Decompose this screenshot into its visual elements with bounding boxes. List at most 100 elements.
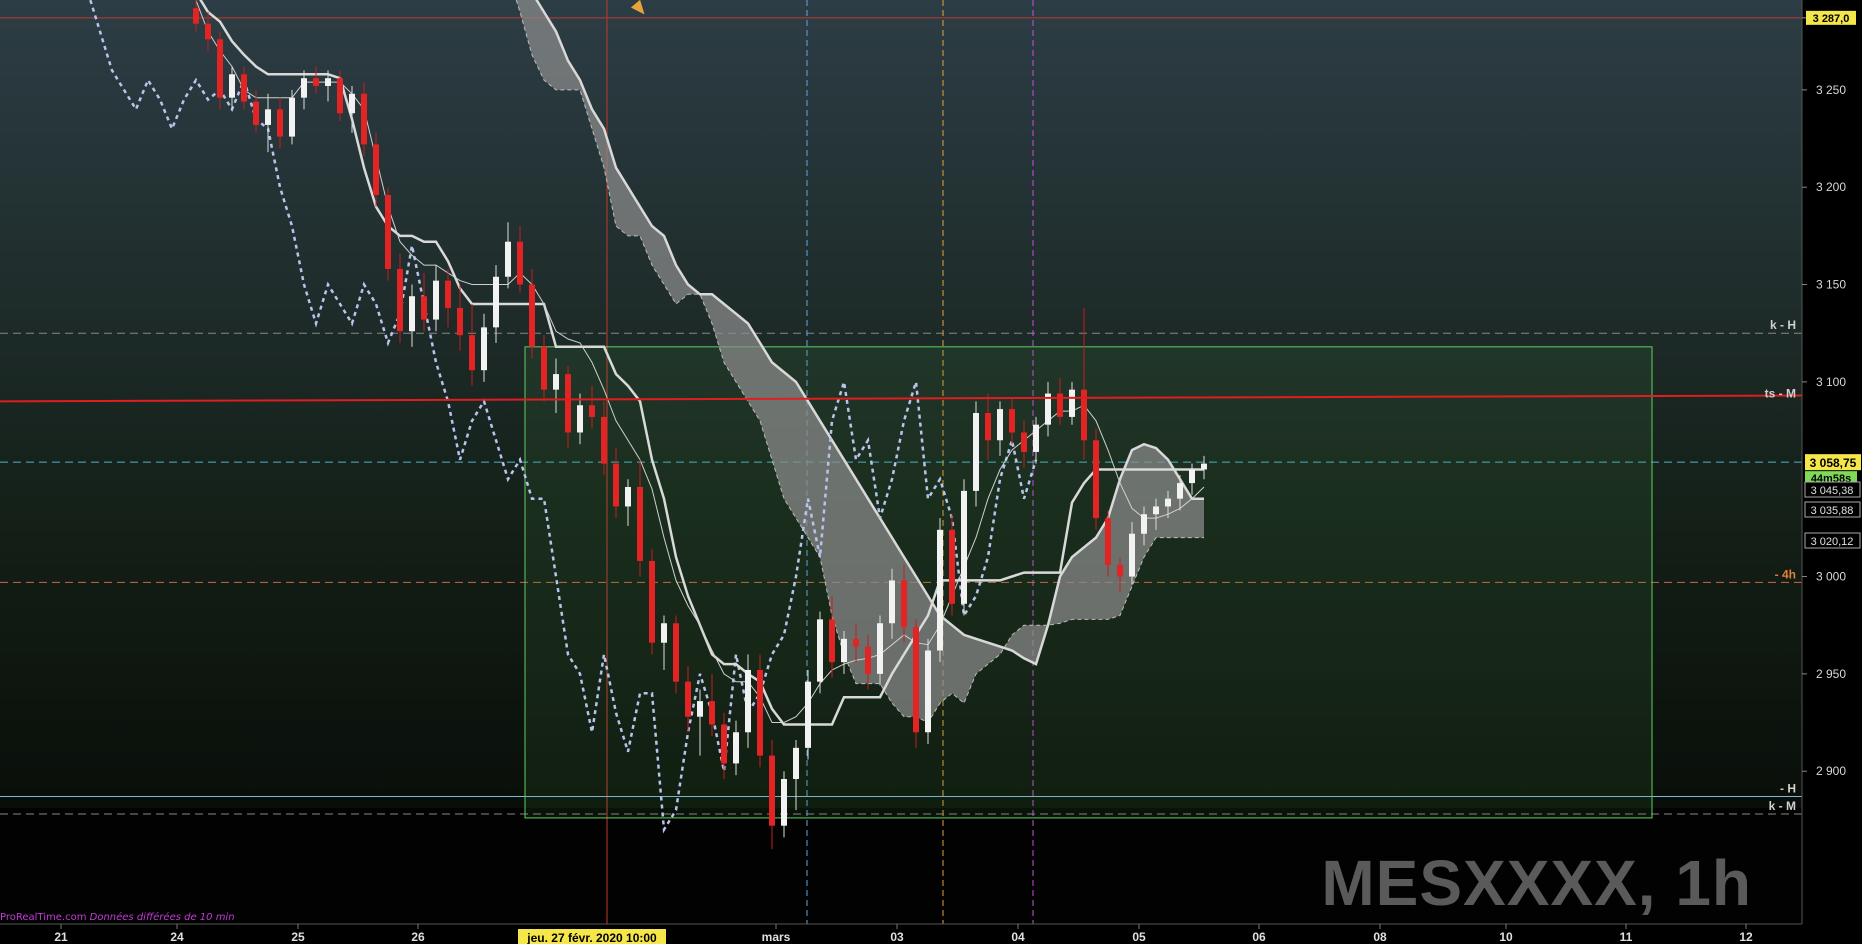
time-tick-label: 06 xyxy=(1252,930,1266,944)
candle-body xyxy=(1105,518,1111,565)
candle-body xyxy=(1177,483,1183,499)
candle-body xyxy=(1117,564,1123,577)
level-tag: - 4h xyxy=(1775,567,1796,581)
time-tick-label: mars xyxy=(762,930,791,944)
candle[interactable] xyxy=(925,638,931,744)
candle-body xyxy=(337,78,343,114)
candle-body xyxy=(469,335,475,371)
candle-body xyxy=(781,778,787,826)
candle-body xyxy=(817,619,823,682)
candle-body xyxy=(385,194,391,269)
time-tick-label: 05 xyxy=(1132,930,1146,944)
time-tick-label: 24 xyxy=(170,930,184,944)
candle-body xyxy=(421,296,427,320)
candle-body xyxy=(853,638,859,647)
level-tag: ts - M xyxy=(1765,386,1796,400)
candle[interactable] xyxy=(289,89,295,145)
price-tick-label: 3 287,0 xyxy=(1813,13,1850,25)
candle-body xyxy=(529,284,535,347)
candle-body xyxy=(925,650,931,733)
candle[interactable] xyxy=(805,669,811,760)
candle-body xyxy=(997,409,1003,441)
candle-body xyxy=(241,74,247,102)
time-cursor-text: jeu. 27 févr. 2020 10:00 xyxy=(526,931,657,944)
candle-body xyxy=(877,623,883,674)
candle-body xyxy=(373,144,379,195)
candle-body xyxy=(601,416,607,464)
candle-body xyxy=(253,101,259,125)
current-price-text: 3 058,75 xyxy=(1810,456,1857,470)
candle-body xyxy=(661,623,667,643)
level-label-text: 3 045,38 xyxy=(1811,485,1854,497)
candle[interactable] xyxy=(973,401,979,507)
price-tick-label: 3 250 xyxy=(1816,83,1846,97)
candle-body xyxy=(769,755,775,826)
price-tick-label: 3 150 xyxy=(1816,278,1846,292)
candle[interactable] xyxy=(385,187,391,281)
time-tick-label: 21 xyxy=(54,930,68,944)
candle-body xyxy=(493,276,499,328)
candle-body xyxy=(541,346,547,390)
candle-body xyxy=(589,405,595,417)
candle-body xyxy=(265,109,271,125)
candle-body xyxy=(649,560,655,643)
candle-body xyxy=(361,93,367,145)
time-cursor-label: jeu. 27 févr. 2020 10:00 xyxy=(518,929,666,944)
candle-body xyxy=(721,724,727,764)
candle-body xyxy=(961,490,967,604)
candle[interactable] xyxy=(961,479,967,616)
candle-body xyxy=(709,701,715,725)
price-tick-label: 3 100 xyxy=(1816,375,1846,389)
candle-body xyxy=(937,529,943,651)
candle[interactable] xyxy=(817,611,823,694)
candle-body xyxy=(973,413,979,491)
candle-body xyxy=(745,669,751,733)
candle-body xyxy=(865,646,871,674)
candle-body xyxy=(613,463,619,507)
candle-body xyxy=(229,74,235,98)
credit-source: ProRealTime.com xyxy=(0,912,87,923)
time-tick-label: 12 xyxy=(1739,930,1753,944)
candle-body xyxy=(325,78,331,86)
instrument-watermark: MESXXXX, 1h xyxy=(1321,847,1752,919)
candle-body xyxy=(913,627,919,733)
candle-body xyxy=(733,732,739,764)
candle-body xyxy=(1153,506,1159,515)
data-credit: ProRealTime.com Données différées de 10 … xyxy=(0,912,235,923)
candle-body xyxy=(841,638,847,663)
candle-body xyxy=(205,23,211,40)
candle-body xyxy=(457,307,463,336)
candle[interactable] xyxy=(1093,428,1099,530)
candle-body xyxy=(685,681,691,717)
level-tag: k - H xyxy=(1770,318,1796,332)
candle-body xyxy=(277,109,283,137)
candle-body xyxy=(1069,389,1075,417)
time-axis[interactable] xyxy=(0,924,1862,944)
candle-body xyxy=(349,93,355,114)
price-tick-label: 3 000 xyxy=(1816,570,1846,584)
price-tick-label: 3 200 xyxy=(1816,180,1846,194)
candle[interactable] xyxy=(673,615,679,694)
price-chart[interactable]: 3 287,0 3 250 3 200 3 150 3 100 3 000 2 950 2 9… xyxy=(0,0,1862,944)
candle-body xyxy=(949,529,955,604)
candle-body xyxy=(829,619,835,663)
candle-body xyxy=(757,669,763,756)
candle-body xyxy=(901,580,907,628)
candle-body xyxy=(673,623,679,682)
candle-body xyxy=(1093,440,1099,519)
candle[interactable] xyxy=(217,31,223,110)
candle[interactable] xyxy=(937,518,943,663)
candle-body xyxy=(637,486,643,561)
time-tick-label: 08 xyxy=(1373,930,1387,944)
time-tick-label: 03 xyxy=(890,930,904,944)
candle-body xyxy=(805,681,811,748)
candle-body xyxy=(985,413,991,441)
candle-body xyxy=(313,78,319,86)
candle-body xyxy=(577,405,583,433)
candle[interactable] xyxy=(913,619,919,748)
candle-body xyxy=(517,241,523,285)
candle-body xyxy=(409,296,415,332)
candle[interactable] xyxy=(757,654,763,768)
candle-body xyxy=(625,486,631,507)
candle[interactable] xyxy=(649,549,655,655)
